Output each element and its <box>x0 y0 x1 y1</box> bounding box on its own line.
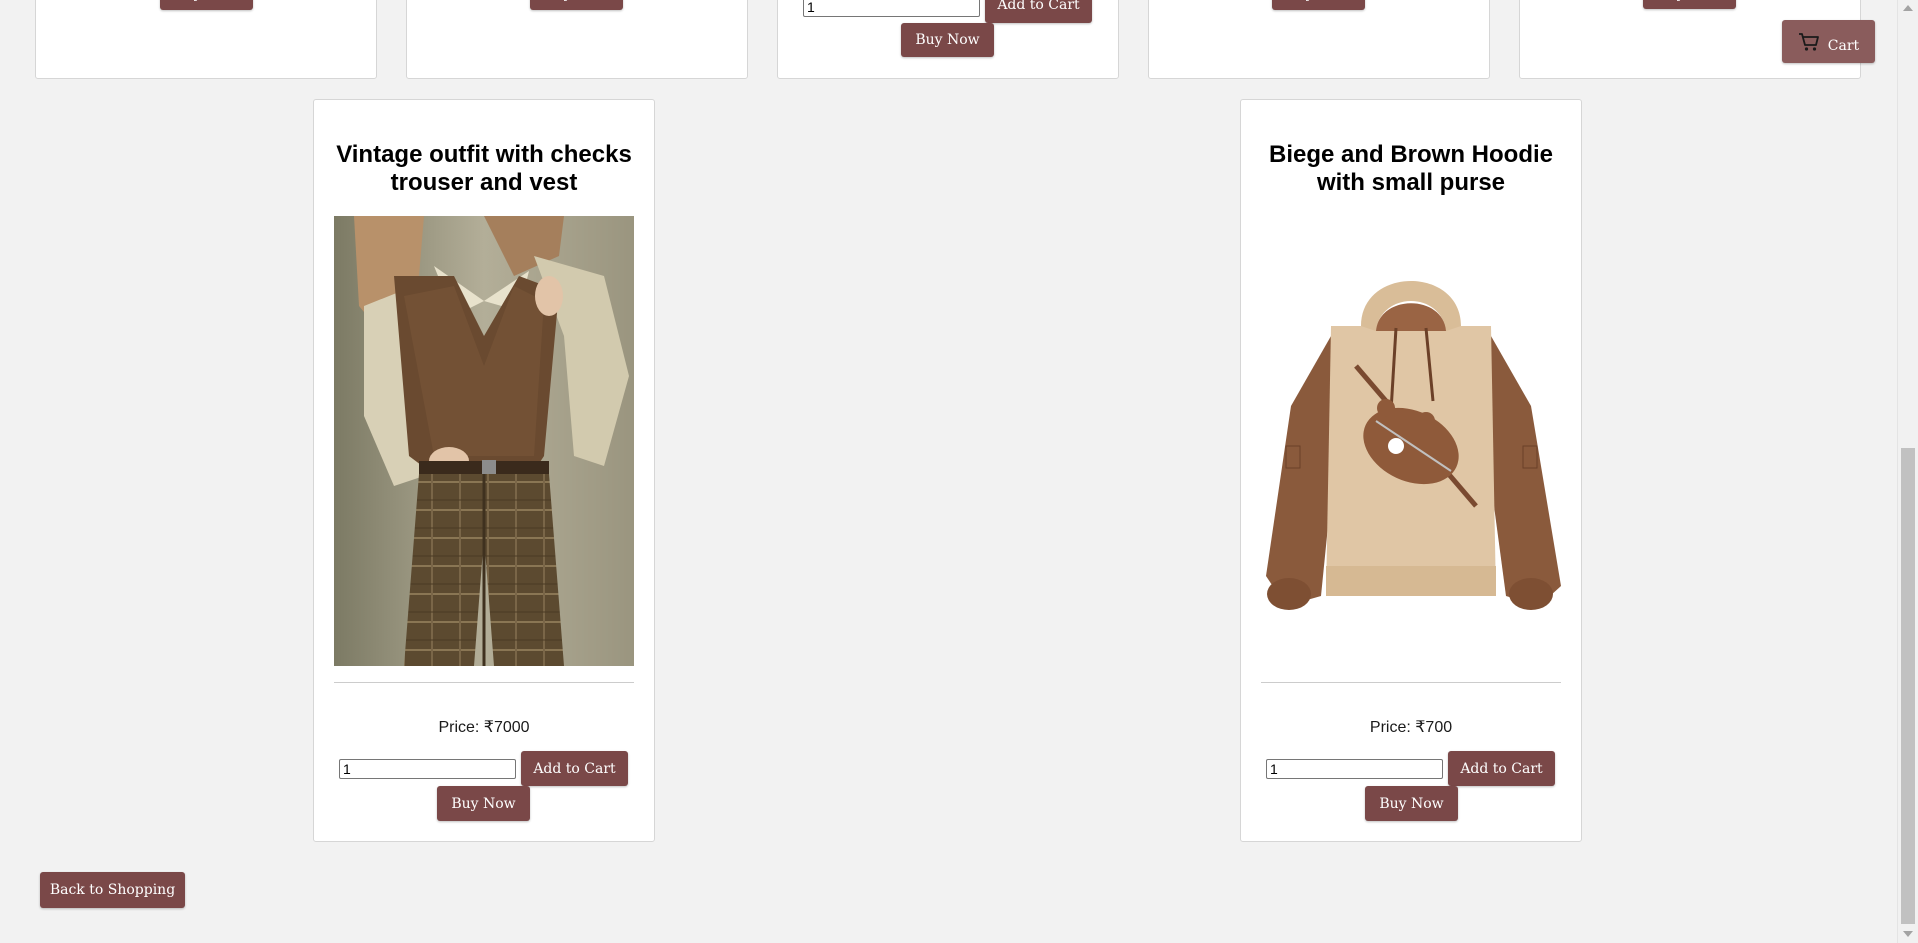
quantity-input[interactable] <box>1266 759 1443 779</box>
buy-now-button[interactable]: Buy Now <box>901 23 994 57</box>
product-card: Buy Now <box>406 0 748 79</box>
divider <box>334 682 634 683</box>
vertical-scrollbar[interactable] <box>1897 0 1918 943</box>
buy-now-button[interactable]: Buy Now <box>160 0 253 10</box>
product-image-hoodie <box>1261 216 1561 666</box>
product-card: Buy Now <box>35 0 377 79</box>
product-price: Price: ₹7000 <box>438 719 530 736</box>
buy-now-button[interactable]: Buy Now <box>530 0 623 10</box>
product-title: Biege and Brown Hoodie with small purse <box>1268 141 1553 196</box>
add-to-cart-button[interactable]: Add to Cart <box>521 751 628 786</box>
product-card: Buy Now <box>1148 0 1490 79</box>
buy-now-button[interactable]: Buy Now <box>1365 786 1458 821</box>
add-to-cart-button[interactable]: Add to Cart <box>1448 751 1555 786</box>
page-viewport: Buy Now Buy Now Add to Cart Buy Now Buy … <box>0 0 1897 943</box>
buy-now-button[interactable]: Buy Now <box>437 786 530 821</box>
quantity-input[interactable] <box>803 0 980 17</box>
product-image-vintage-outfit <box>334 216 634 666</box>
scroll-down-icon[interactable] <box>1903 931 1913 937</box>
scroll-up-icon[interactable] <box>1903 5 1913 11</box>
product-title: Vintage outfit with checks trouser and v… <box>336 141 632 196</box>
product-price: Price: ₹700 <box>1369 719 1453 736</box>
buy-now-button[interactable]: Buy Now <box>1272 0 1365 10</box>
product-card-vintage-outfit: Vintage outfit with checks trouser and v… <box>313 99 655 842</box>
product-card: Add to Cart Buy Now <box>777 0 1119 79</box>
add-to-cart-button[interactable]: Add to Cart <box>985 0 1092 23</box>
back-to-shopping-button[interactable]: Back to Shopping <box>40 872 185 908</box>
buy-now-button[interactable]: Buy Now <box>1643 0 1736 9</box>
cart-button[interactable]: Cart <box>1782 20 1875 63</box>
scrollbar-thumb[interactable] <box>1901 448 1915 924</box>
divider <box>1261 682 1561 683</box>
product-card-hoodie: Biege and Brown Hoodie with small purse <box>1240 99 1582 842</box>
cart-icon <box>1798 32 1820 52</box>
cart-label: Cart <box>1827 37 1860 54</box>
quantity-input[interactable] <box>339 759 516 779</box>
